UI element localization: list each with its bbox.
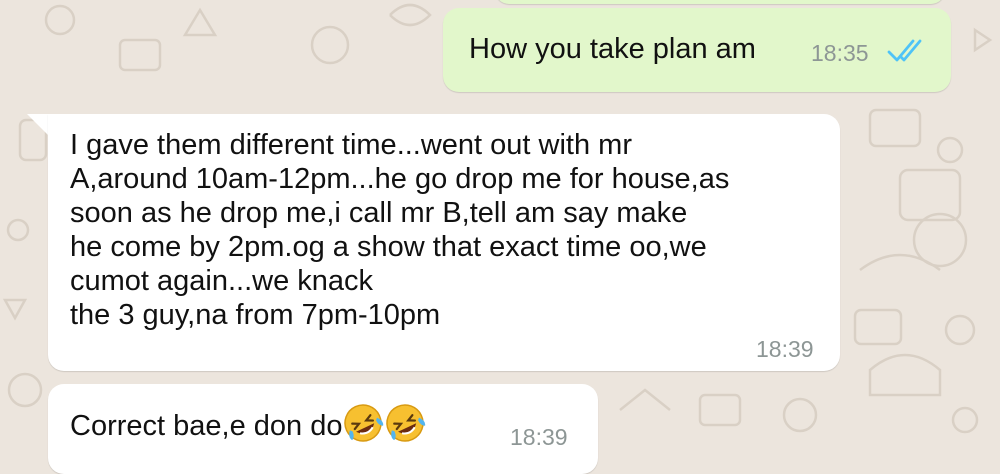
chat-conversation: How you take plan am 18:35 I gave them d… [0,0,1000,474]
message-time: 18:39 [510,424,568,450]
message-time: 18:39 [756,336,814,362]
message-text: How you take plan am [469,33,756,65]
message-text-with-emoji: Correct bae,e don do [70,402,426,444]
incoming-message-bubble[interactable]: I gave them different time...went out wi… [48,114,840,371]
rolling-on-the-floor-laughing-emoji-icon [344,404,384,442]
message-text: I gave them different time...went out wi… [70,129,730,331]
outgoing-message-bubble[interactable]: How you take plan am 18:35 [443,8,951,92]
incoming-message-bubble[interactable]: Correct bae,e don do 18:39 [48,384,598,474]
previous-message-bubble[interactable] [495,0,945,4]
message-text: Correct bae,e don do [70,410,343,442]
message-time: 18:35 [811,40,869,66]
rolling-on-the-floor-laughing-emoji-icon [386,404,426,442]
double-tick-read-icon [887,39,922,62]
